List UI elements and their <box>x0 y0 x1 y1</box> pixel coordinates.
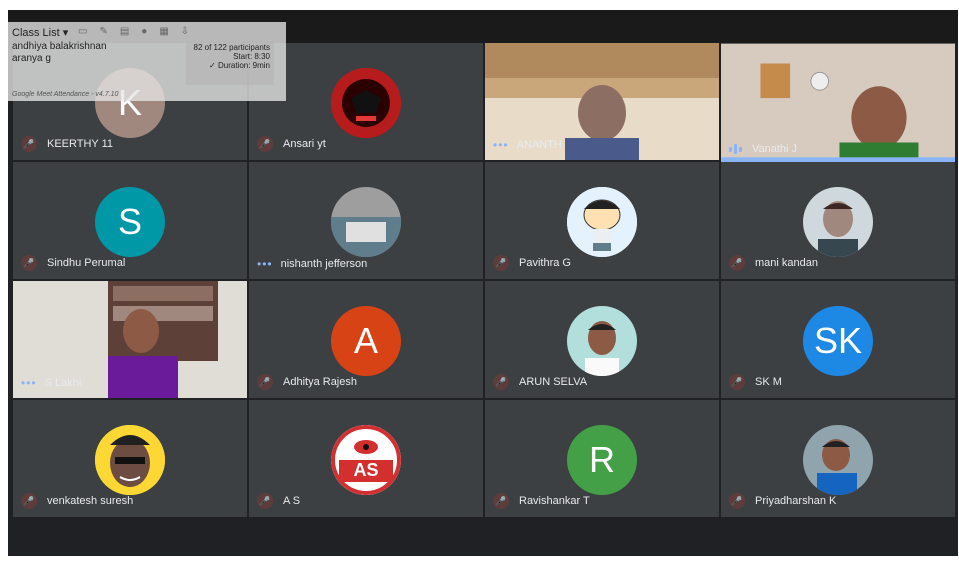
class-list-dropdown[interactable]: Class List ▾ <box>12 26 68 39</box>
audio-dots-icon: ••• <box>257 257 273 271</box>
emoji-avatar <box>95 425 165 495</box>
avatar <box>331 187 401 257</box>
attendee-name: aranya g <box>12 53 51 64</box>
participant-name: 🎤 Sindhu Perumal <box>21 255 125 271</box>
circle-icon[interactable]: ● <box>141 26 147 37</box>
participant-name: 🎤 mani kandan <box>729 255 818 271</box>
mic-off-icon: 🎤 <box>729 374 745 390</box>
avatar: R <box>567 425 637 495</box>
mic-off-icon: 🎤 <box>257 493 273 509</box>
start-time: Start: 8:30 <box>233 52 270 61</box>
participant-name: Vanathi J <box>729 143 797 155</box>
avatar: AS <box>331 425 401 495</box>
attendance-stats: 82 of 122 participants Start: 8:30 ✓ Dur… <box>186 41 274 85</box>
mic-off-icon: 🎤 <box>257 136 273 152</box>
participant-name: 🎤 ARUN SELVA <box>493 374 587 390</box>
download-icon[interactable]: ⇩ <box>181 26 189 37</box>
table-icon[interactable]: ▦ <box>159 26 168 37</box>
participant-tile[interactable]: S 🎤 Sindhu Perumal <box>13 162 247 279</box>
attendance-extension-panel: Class List ▾ ▭ ✎ ▤ ● ▦ ⇩ andhiya balakri… <box>8 22 286 101</box>
audio-dots-icon: ••• <box>21 376 37 390</box>
extension-footer: Google Meet Attendance - v4.7.10 <box>12 91 119 98</box>
mic-off-icon: 🎤 <box>493 493 509 509</box>
participant-name: 🎤 Adhitya Rajesh <box>257 374 357 390</box>
edit-icon[interactable]: ✎ <box>99 26 107 37</box>
participant-tile[interactable]: 🎤 venkatesh suresh <box>13 400 247 517</box>
participant-name: 🎤 A S <box>257 493 300 509</box>
photo-avatar <box>331 187 401 257</box>
mic-off-icon: 🎤 <box>21 493 37 509</box>
participant-name: 🎤 venkatesh suresh <box>21 493 133 509</box>
mic-off-icon: 🎤 <box>21 255 37 271</box>
avatar <box>567 187 637 257</box>
participant-video-tile[interactable]: ••• S Lakhi <box>13 281 247 398</box>
mic-off-icon: 🎤 <box>729 255 745 271</box>
participant-tile[interactable]: 🎤 mani kandan <box>721 162 955 279</box>
participant-name: 🎤 Pavithra G <box>493 255 571 271</box>
avatar: S <box>95 187 165 257</box>
participant-tile[interactable]: R 🎤 Ravishankar T <box>485 400 719 517</box>
participant-name: ••• nishanth jefferson <box>257 257 368 271</box>
participant-name: 🎤 Ravishankar T <box>493 493 590 509</box>
participant-tile[interactable]: A 🎤 Adhitya Rajesh <box>249 281 483 398</box>
mic-off-icon: 🎤 <box>257 374 273 390</box>
participant-name: 🎤 KEERTHY 11 <box>21 136 113 152</box>
hacker-mask-icon <box>331 68 401 138</box>
participant-tile[interactable]: 🎤 Pavithra G <box>485 162 719 279</box>
participant-video-tile[interactable]: ••• ANANTH <box>485 43 719 160</box>
cartoon-avatar <box>567 187 637 257</box>
participant-name: 🎤 Priyadharshan K <box>729 493 836 509</box>
photo-avatar <box>567 306 637 376</box>
meet-window: K 🎤 KEERTHY 11 🎤 Ansari yt ••• ANANTH Vanat… <box>8 10 958 556</box>
participant-tile[interactable]: SK 🎤 SK M <box>721 281 955 398</box>
participant-tile[interactable]: 🎤 ARUN SELVA <box>485 281 719 398</box>
avatar <box>95 425 165 495</box>
extension-toolbar: ▭ ✎ ▤ ● ▦ ⇩ <box>78 26 189 37</box>
audio-dots-icon: ••• <box>493 138 509 152</box>
photo-avatar <box>803 187 873 257</box>
speaking-indicator-icon <box>729 144 742 154</box>
avatar <box>331 68 401 138</box>
avatar <box>567 306 637 376</box>
participant-count: 82 of 122 participants <box>193 43 271 52</box>
participant-name: 🎤 Ansari yt <box>257 136 326 152</box>
participant-video-tile[interactable]: Vanathi J <box>721 43 955 163</box>
document-icon[interactable]: ▤ <box>120 26 129 37</box>
participant-name: ••• S Lakhi <box>21 376 82 390</box>
mic-off-icon: 🎤 <box>493 374 509 390</box>
attendee-name: andhiya balakrishnan <box>12 41 107 52</box>
mic-off-icon: 🎤 <box>493 255 509 271</box>
participant-tile[interactable]: ••• nishanth jefferson <box>249 162 483 279</box>
mic-off-icon: 🎤 <box>729 493 745 509</box>
mic-off-icon: 🎤 <box>21 136 37 152</box>
avatar: SK <box>803 306 873 376</box>
duration: ✓ Duration: 9min <box>209 61 270 70</box>
participant-name: 🎤 SK M <box>729 374 782 390</box>
avatar: A <box>331 306 401 376</box>
avatar <box>803 425 873 495</box>
participant-name: ••• ANANTH <box>493 138 562 152</box>
folder-icon[interactable]: ▭ <box>78 26 87 37</box>
participant-tile[interactable]: 🎤 Priyadharshan K <box>721 400 955 517</box>
avatar <box>803 187 873 257</box>
participant-tile[interactable]: AS 🎤 A S <box>249 400 483 517</box>
participant-grid: K 🎤 KEERTHY 11 🎤 Ansari yt ••• ANANTH Vanat… <box>13 43 958 518</box>
photo-avatar <box>803 425 873 495</box>
